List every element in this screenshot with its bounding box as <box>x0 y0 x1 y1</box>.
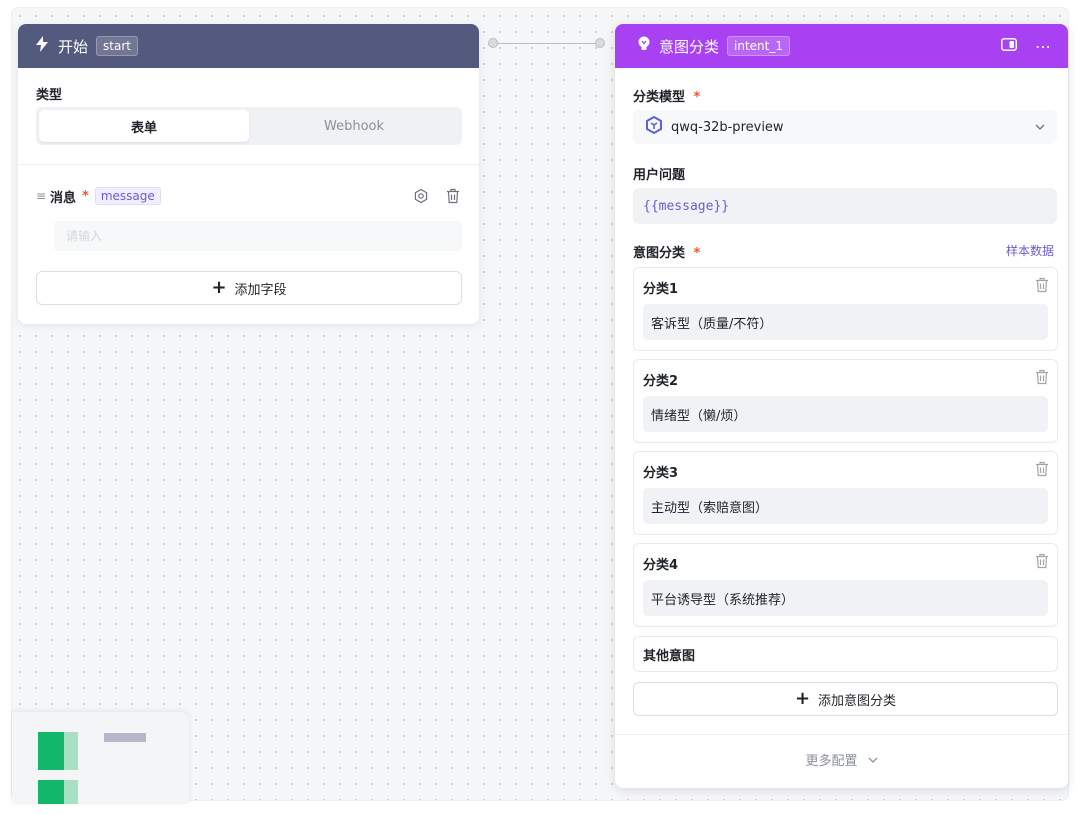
more-options-icon[interactable]: ⋯ <box>1035 37 1052 56</box>
footer-divider <box>615 734 1068 735</box>
category-card-2: 分类2 情绪型（懒/烦） <box>633 359 1058 443</box>
minimap-node-block <box>38 732 64 770</box>
drag-handle-icon[interactable]: ≡ <box>36 189 46 203</box>
edge-connector <box>493 43 601 44</box>
plus-icon: + <box>211 277 227 298</box>
minimap-node-block <box>64 732 78 770</box>
category-title: 分类1 <box>643 282 679 297</box>
question-input[interactable]: {{message}} <box>633 188 1057 224</box>
lightning-icon <box>34 36 50 56</box>
add-field-button[interactable]: + 添加字段 <box>36 271 462 305</box>
delete-trash-icon[interactable] <box>1035 369 1049 389</box>
chevron-down-icon <box>1035 122 1045 133</box>
delete-trash-icon[interactable] <box>1035 277 1049 297</box>
message-input[interactable] <box>54 221 462 251</box>
minimap-node-block <box>104 733 146 742</box>
category-input[interactable]: 情绪型（懒/烦） <box>643 396 1048 432</box>
intent-node-header[interactable]: 意图分类 intent_1 ⋯ <box>615 24 1068 68</box>
field-variable-tag: message <box>94 187 161 205</box>
add-category-label: 添加意图分类 <box>818 693 897 709</box>
intent-node[interactable]: 意图分类 intent_1 ⋯ 分类模型 * qwq-32b-preview 用… <box>615 24 1068 788</box>
panel-toggle-icon[interactable] <box>1001 37 1017 55</box>
intent-node-tag: intent_1 <box>727 36 790 56</box>
type-segmented-control[interactable]: 表单 Webhook <box>36 107 462 145</box>
plus-icon: + <box>794 688 811 709</box>
question-label: 用户问题 <box>633 168 686 183</box>
more-config-label: 更多配置 <box>805 754 858 769</box>
more-config-toggle[interactable]: 更多配置 <box>615 750 1068 769</box>
intent-node-title: 意图分类 <box>659 37 720 56</box>
section-divider <box>18 164 479 165</box>
minimap-node-block <box>64 780 78 804</box>
type-option-webhook[interactable]: Webhook <box>249 110 459 142</box>
start-node-title: 开始 <box>58 37 89 56</box>
add-field-label: 添加字段 <box>234 282 287 298</box>
model-label: 分类模型 <box>633 90 686 105</box>
add-category-button[interactable]: + 添加意图分类 <box>633 682 1058 716</box>
start-node[interactable]: 开始 start 类型 表单 Webhook ≡ 消息 * message 请输… <box>18 24 479 324</box>
start-output-handle[interactable] <box>488 38 498 48</box>
field-label: 消息 <box>50 190 77 206</box>
model-label-row: 分类模型 * <box>633 86 700 105</box>
category-card-3: 分类3 主动型（索赔意图） <box>633 451 1058 535</box>
category-card-4: 分类4 平台诱导型（系统推荐） <box>633 543 1058 627</box>
intent-input-handle[interactable] <box>595 38 605 48</box>
model-select-value: qwq-32b-preview <box>671 119 784 135</box>
classes-label: 意图分类 <box>633 246 686 261</box>
settings-gear-icon[interactable] <box>412 187 430 205</box>
other-intent-row: 其他意图 <box>633 636 1058 672</box>
minimap[interactable] <box>12 712 189 804</box>
category-card-1: 分类1 客诉型（质量/不符） <box>633 267 1058 351</box>
chevron-down-icon <box>868 752 878 767</box>
category-title: 分类4 <box>643 558 679 573</box>
field-message-row: ≡ 消息 * message <box>36 184 462 208</box>
delete-trash-icon[interactable] <box>1035 461 1049 481</box>
delete-trash-icon[interactable] <box>1035 553 1049 573</box>
lightbulb-icon <box>637 36 651 56</box>
category-input[interactable]: 主动型（索赔意图） <box>643 488 1048 524</box>
model-select[interactable]: qwq-32b-preview <box>633 110 1057 144</box>
type-option-form[interactable]: 表单 <box>39 110 249 142</box>
type-label: 类型 <box>36 88 63 103</box>
category-title: 分类3 <box>643 466 679 481</box>
start-node-header[interactable]: 开始 start <box>18 24 479 68</box>
category-input[interactable]: 客诉型（质量/不符） <box>643 304 1048 340</box>
sample-data-link[interactable]: 样本数据 <box>1006 242 1054 259</box>
required-mark: * <box>693 90 701 105</box>
category-title: 分类2 <box>643 374 679 389</box>
start-node-tag: start <box>96 36 138 56</box>
model-logo-icon <box>645 115 663 138</box>
classes-label-row: 意图分类 * <box>633 242 700 261</box>
delete-trash-icon[interactable] <box>444 187 462 205</box>
minimap-node-block <box>38 780 64 804</box>
category-input[interactable]: 平台诱导型（系统推荐） <box>643 580 1048 616</box>
required-mark: * <box>693 246 701 261</box>
required-mark: * <box>82 188 89 204</box>
